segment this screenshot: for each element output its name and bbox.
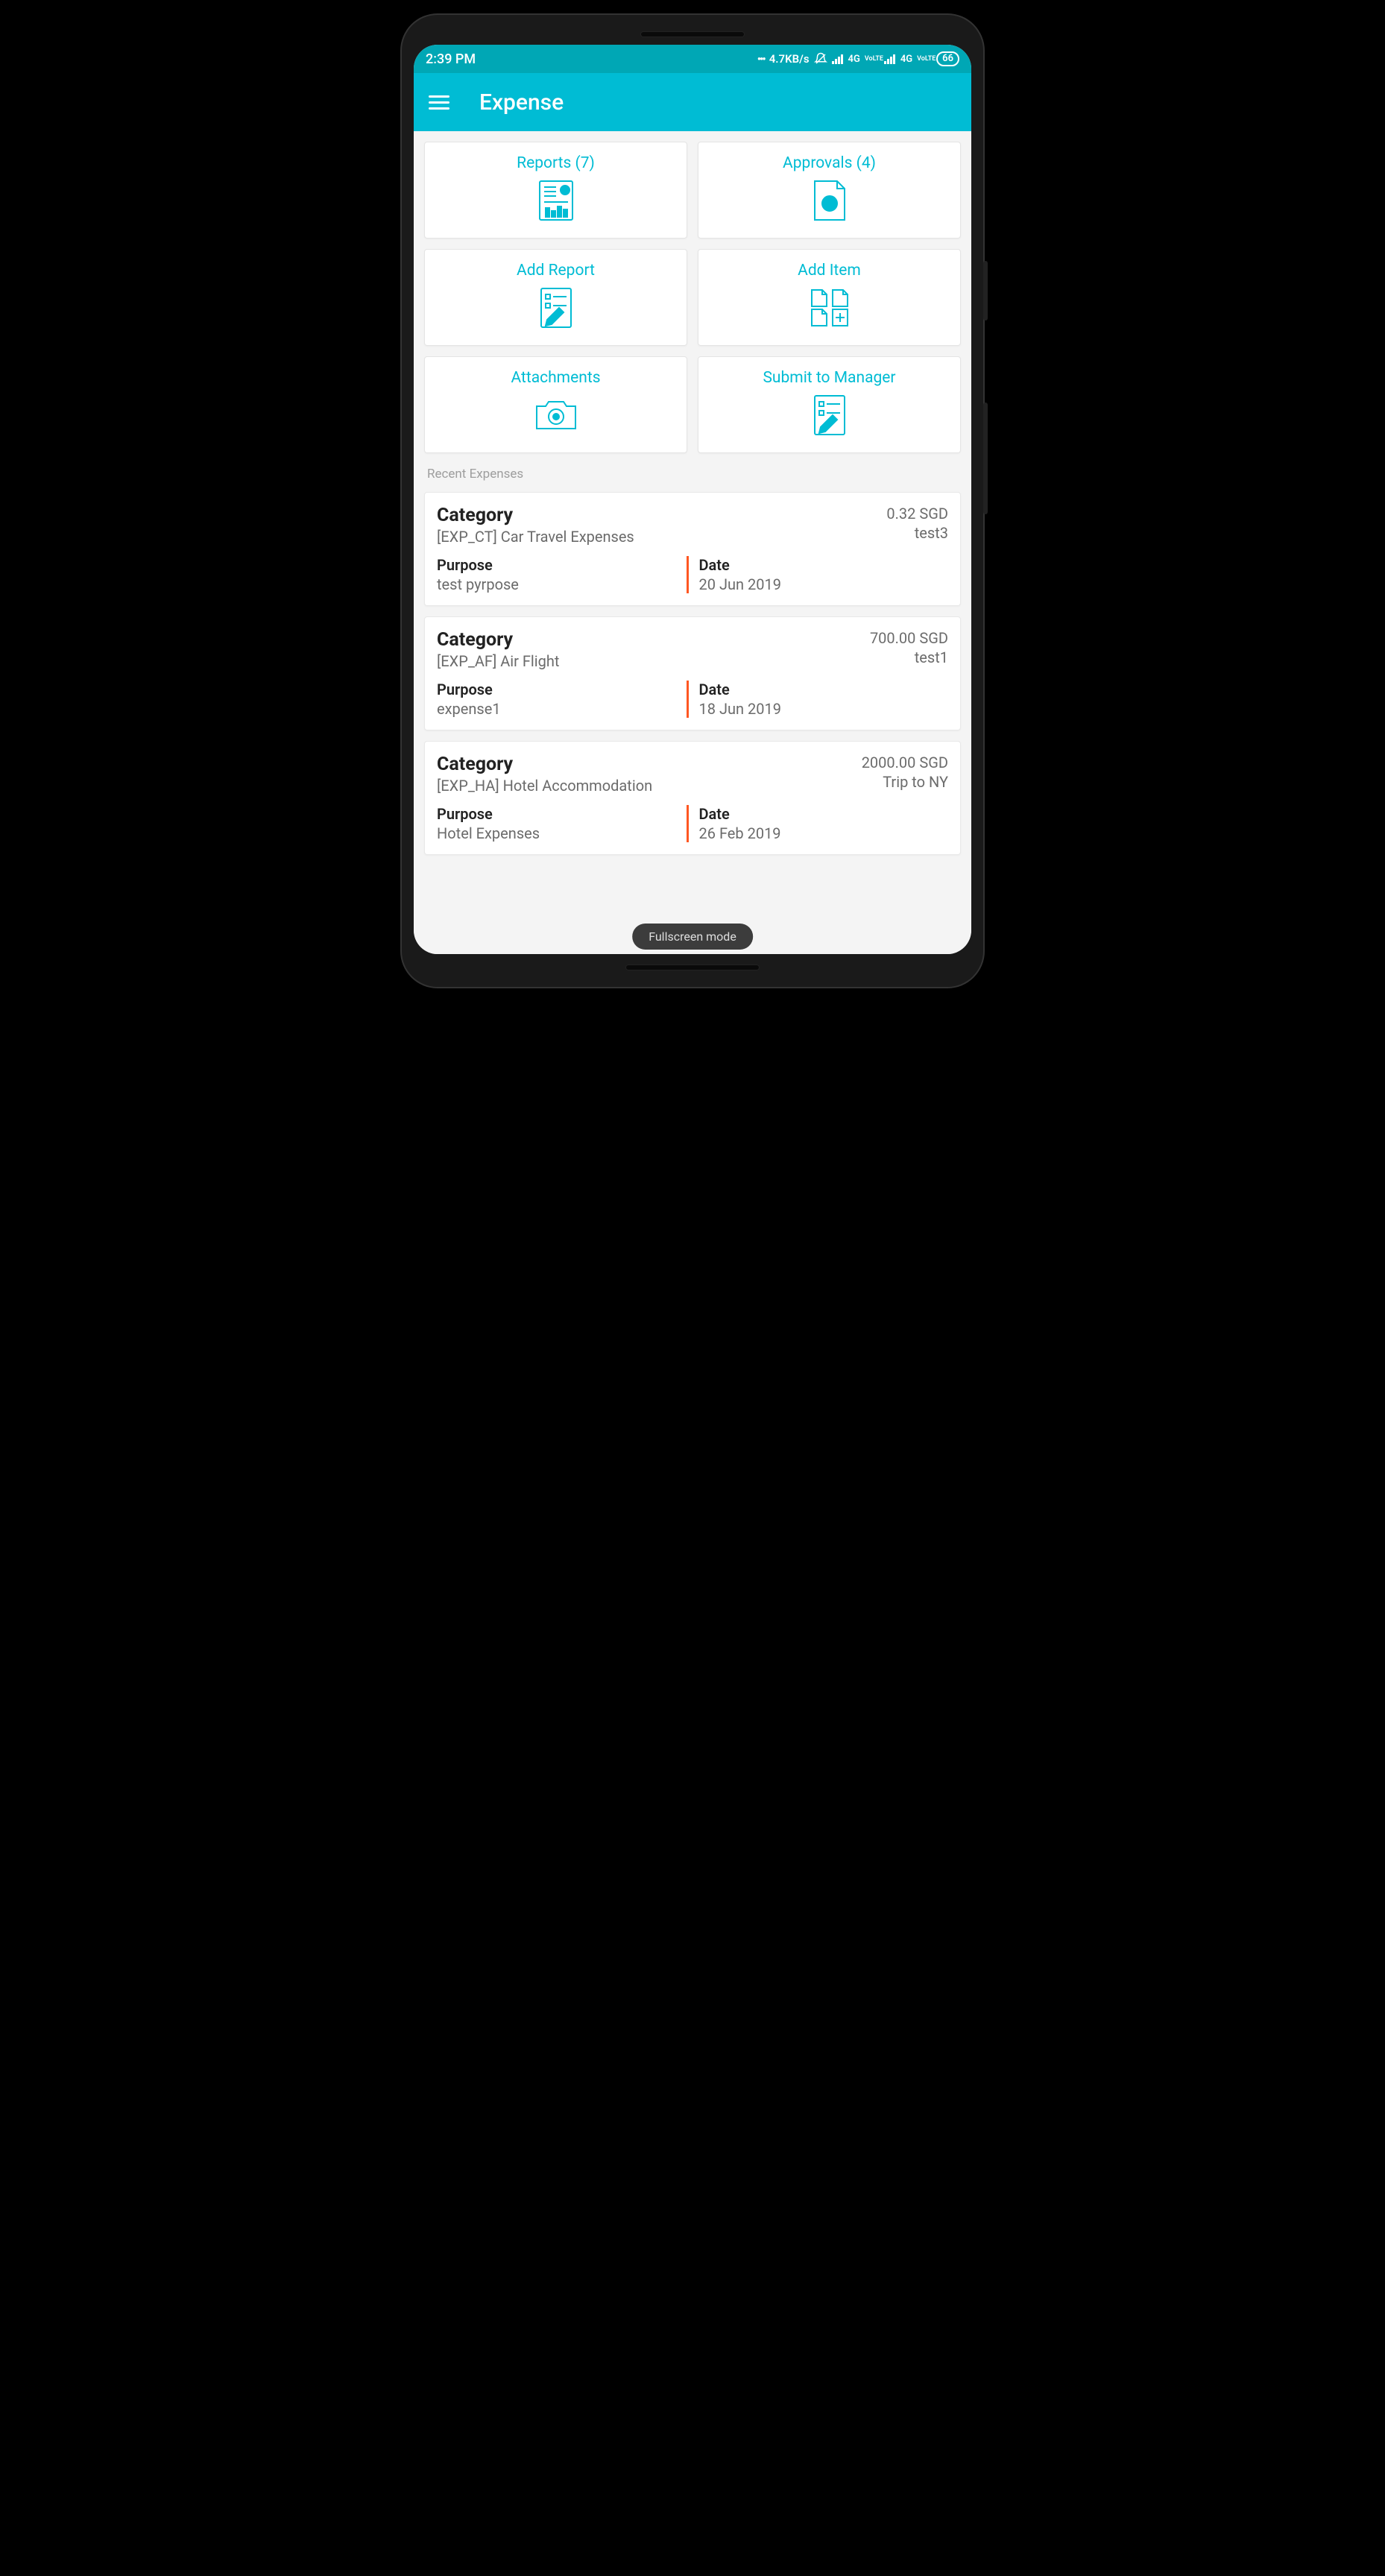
phone-speaker-bottom [625,965,760,970]
status-indicators: ••• 4.7KB/s 4G VoLTE 4G VoLTE 66 [757,51,959,66]
signal-icon-1 [832,54,844,64]
add-files-icon [809,287,851,329]
fullscreen-mode-toast: Fullscreen mode [632,924,753,950]
category-heading: Category [437,629,870,651]
date-value: 20 Jun 2019 [699,575,949,593]
volte-label-1: VoLTE [865,56,880,63]
approvals-tile[interactable]: Approvals (4) [698,142,961,239]
submit-label: Submit to Manager [763,369,895,387]
screen: 2:39 PM ••• 4.7KB/s 4G VoLTE 4G VoLTE 66 [414,45,971,954]
expense-card[interactable]: Category [EXP_AF] Air Flight 700.00 SGD … [424,616,961,730]
hamburger-menu-icon[interactable] [429,95,449,110]
category-heading: Category [437,754,862,775]
checklist-submit-icon [813,394,846,436]
purpose-value: test pyrpose [437,575,687,593]
purpose-value: Hotel Expenses [437,824,687,842]
date-value: 26 Feb 2019 [699,824,949,842]
expense-amount: 2000.00 SGD [862,754,948,771]
expense-tag: test3 [886,524,948,542]
approvals-label: Approvals (4) [783,154,876,172]
expense-amount: 0.32 SGD [886,505,948,523]
purpose-label: Purpose [437,805,687,823]
report-document-icon [538,180,574,221]
reports-tile[interactable]: Reports (7) [424,142,687,239]
recent-expenses-heading: Recent Expenses [427,467,958,482]
app-bar: Expense [414,73,971,131]
approval-document-icon [813,180,846,221]
status-time: 2:39 PM [426,51,476,67]
attachments-tile[interactable]: Attachments [424,356,687,453]
net-label-2: 4G [900,54,912,65]
content-area: Reports (7) Approvals (4) [414,131,971,954]
submit-manager-tile[interactable]: Submit to Manager [698,356,961,453]
app-title: Expense [479,89,564,116]
expense-tag: test1 [870,648,948,666]
status-netspeed: 4.7KB/s [769,52,810,66]
add-report-label: Add Report [517,262,595,280]
checklist-edit-icon [540,287,572,329]
purpose-label: Purpose [437,556,687,574]
tile-grid: Reports (7) Approvals (4) [424,142,961,453]
purpose-label: Purpose [437,681,687,698]
phone-side-button-1 [983,261,988,321]
date-label: Date [699,681,949,698]
date-value: 18 Jun 2019 [699,700,949,718]
category-value: [EXP_AF] Air Flight [437,652,870,670]
expense-card[interactable]: Category [EXP_HA] Hotel Accommodation 20… [424,741,961,855]
phone-side-button-2 [983,402,988,514]
add-item-label: Add Item [798,262,861,280]
category-value: [EXP_HA] Hotel Accommodation [437,777,862,795]
attachments-label: Attachments [511,369,600,387]
category-heading: Category [437,505,886,526]
mute-icon [814,52,827,66]
phone-frame: 2:39 PM ••• 4.7KB/s 4G VoLTE 4G VoLTE 66 [402,15,983,987]
expense-card[interactable]: Category [EXP_CT] Car Travel Expenses 0.… [424,492,961,606]
status-bar: 2:39 PM ••• 4.7KB/s 4G VoLTE 4G VoLTE 66 [414,45,971,73]
add-item-tile[interactable]: Add Item [698,249,961,346]
expense-tag: Trip to NY [862,773,948,791]
add-report-tile[interactable]: Add Report [424,249,687,346]
volte-label-2: VoLTE [917,56,932,63]
battery-indicator: 66 [936,51,959,66]
purpose-value: expense1 [437,700,687,718]
phone-speaker-top [640,31,745,37]
camera-icon [535,394,577,436]
signal-icon-2 [884,54,896,64]
net-label-1: 4G [848,54,860,65]
date-label: Date [699,805,949,823]
reports-label: Reports (7) [517,154,595,172]
date-label: Date [699,556,949,574]
category-value: [EXP_CT] Car Travel Expenses [437,528,886,546]
expense-amount: 700.00 SGD [870,629,948,647]
